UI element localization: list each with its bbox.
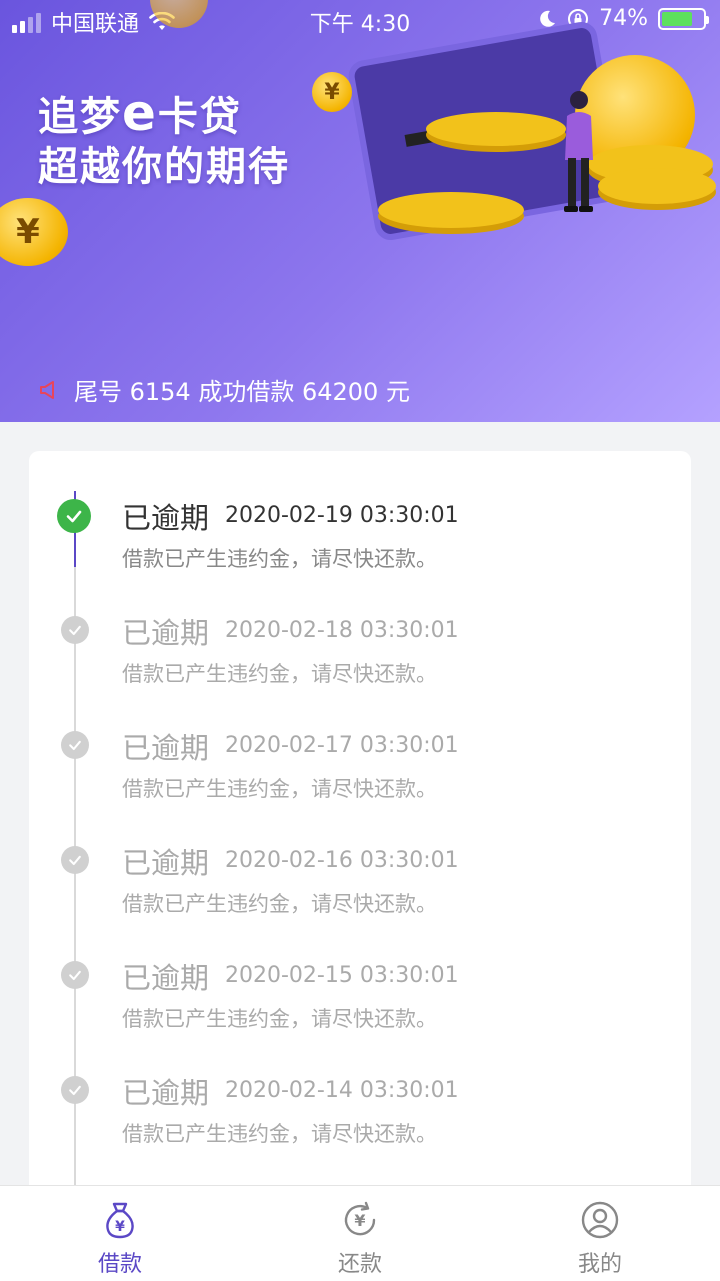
- timeline-time: 2020-02-15 03:30:01: [225, 963, 459, 988]
- timeline-desc: 借款已产生违约金，请尽快还款。: [122, 1007, 437, 1031]
- timeline-status: 已逾期: [122, 731, 210, 765]
- timeline-status: 已逾期: [122, 846, 210, 880]
- svg-text:¥: ¥: [115, 1219, 125, 1235]
- check-circle-icon: [61, 616, 89, 644]
- repay-yuan-icon: ¥: [344, 1201, 376, 1236]
- timeline-status: 已逾期: [122, 616, 210, 650]
- coin-stack-icon: [426, 112, 566, 146]
- check-circle-icon: [61, 846, 89, 874]
- bottom-tab-bar: ¥ 借款 ¥ 还款 我的: [0, 1185, 720, 1281]
- promo-banner[interactable]: 中国联通 下午 4:30 74% ¥ ¥ 追梦e卡贷 超越你的期待 尾号 615…: [0, 0, 720, 422]
- timeline-time: 2020-02-19 03:30:01: [225, 503, 459, 528]
- tab-mine-label: 我的: [577, 1252, 622, 1277]
- check-circle-icon: [61, 961, 89, 989]
- check-circle-icon: [61, 1076, 89, 1104]
- svg-text:¥: ¥: [354, 1211, 365, 1230]
- timeline-item: 已逾期 2020-02-17 03:30:01 借款已产生违约金，请尽快还款。: [29, 721, 691, 836]
- timeline-desc: 借款已产生违约金，请尽快还款。: [122, 547, 437, 571]
- loan-notice: 尾号 6154 成功借款 64200 元: [38, 372, 410, 407]
- timeline-status: 已逾期: [122, 1076, 210, 1110]
- tab-loan-label: 借款: [97, 1252, 142, 1277]
- timeline-time: 2020-02-14 03:30:01: [225, 1078, 459, 1103]
- tab-repay[interactable]: ¥ 还款: [240, 1186, 480, 1281]
- banner-title-e: e: [122, 84, 158, 142]
- timeline-item: 已逾期 2020-02-18 03:30:01 借款已产生违约金，请尽快还款。: [29, 606, 691, 721]
- timeline-item: 已逾期 2020-02-16 03:30:01 借款已产生违约金，请尽快还款。: [29, 836, 691, 951]
- overdue-timeline: 已逾期 2020-02-19 03:30:01 借款已产生违约金，请尽快还款。 已逾期…: [29, 451, 691, 1211]
- banner-title: 追梦e卡贷 超越你的期待: [38, 88, 290, 192]
- timeline-desc: 借款已产生违约金，请尽快还款。: [122, 1122, 437, 1146]
- yuan-coin-icon: ¥: [0, 198, 68, 266]
- user-profile-icon: [581, 1201, 619, 1239]
- megaphone-icon: [40, 380, 54, 399]
- person-illustration: [564, 91, 593, 212]
- timeline-status: 已逾期: [122, 501, 210, 535]
- timeline-item: 已逾期 2020-02-14 03:30:01 借款已产生违约金，请尽快还款。: [29, 1066, 691, 1181]
- timeline-item: 已逾期 2020-02-15 03:30:01 借款已产生违约金，请尽快还款。: [29, 951, 691, 1066]
- battery-percent: 74%: [599, 6, 648, 31]
- tab-repay-label: 还款: [337, 1252, 382, 1277]
- timeline-time: 2020-02-17 03:30:01: [225, 733, 459, 758]
- check-circle-icon: [61, 731, 89, 759]
- battery-icon: [658, 7, 709, 30]
- banner-title-part: 追梦: [38, 94, 122, 140]
- banner-title-part: 卡贷: [157, 94, 242, 140]
- timeline-desc: 借款已产生违约金，请尽快还款。: [122, 777, 437, 801]
- coin-stack-icon: [598, 168, 716, 204]
- banner-subtitle: 超越你的期待: [38, 144, 290, 190]
- timeline-desc: 借款已产生违约金，请尽快还款。: [122, 892, 437, 916]
- timeline-time: 2020-02-16 03:30:01: [225, 848, 459, 873]
- timeline-time: 2020-02-18 03:30:01: [225, 618, 459, 643]
- check-circle-icon: [57, 499, 91, 533]
- tab-loan[interactable]: ¥ 借款: [0, 1186, 240, 1281]
- coin-stack-icon: [378, 192, 524, 228]
- timeline-desc: 借款已产生违约金，请尽快还款。: [122, 662, 437, 686]
- yuan-coin-icon: ¥: [312, 72, 352, 112]
- tab-mine[interactable]: 我的: [480, 1186, 720, 1281]
- status-bar: 中国联通 下午 4:30 74%: [0, 0, 720, 40]
- timeline-item: 已逾期 2020-02-19 03:30:01 借款已产生违约金，请尽快还款。: [29, 491, 691, 606]
- loan-notice-text: 尾号 6154 成功借款 64200 元: [74, 378, 410, 406]
- timeline-status: 已逾期: [122, 961, 210, 995]
- money-bag-icon: ¥: [106, 1202, 134, 1239]
